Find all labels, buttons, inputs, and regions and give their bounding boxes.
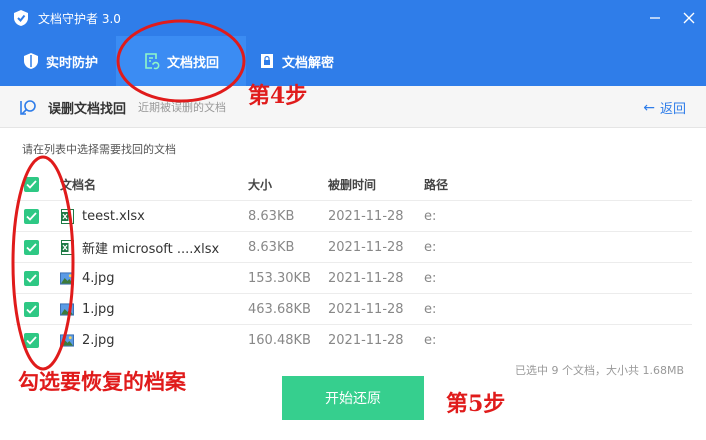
document-restore-icon [143,52,161,70]
excel-file-icon [60,239,74,255]
file-table: 文档名 大小 被删时间 路径 teest.xlsx 8.63KB 2021-11… [14,168,692,355]
shield-icon [22,52,40,70]
deleted-time: 2021-11-28 [328,301,404,317]
image-file-icon [60,270,74,286]
window-controls [638,0,706,36]
table-row[interactable]: teest.xlsx 8.63KB 2021-11-28 e: [14,200,692,231]
row-checkbox[interactable] [24,332,39,348]
deleted-time: 2021-11-28 [328,332,404,348]
table-header: 文档名 大小 被删时间 路径 [14,168,692,200]
annotation-step5: 第5步 [446,391,506,417]
file-size: 8.63KB [248,239,295,255]
table-row[interactable]: 新建 microsoft ....xlsx 8.63KB 2021-11-28 … [14,231,692,262]
row-checkbox[interactable] [24,301,39,317]
table-row[interactable]: 2.jpg 160.48KB 2021-11-28 e: [14,324,692,355]
tab-label: 文档找回 [166,55,219,71]
tab-bar: 实时防护 文档找回 文档解密 [0,36,706,86]
title-bar: 文档守护者 3.0 [0,0,706,36]
file-size: 8.63KB [248,208,295,224]
search-document-icon [20,98,38,116]
deleted-time: 2021-11-28 [328,239,404,255]
sub-header: 误删文档找回 近期被误删的文档 ← 返回 [0,86,706,128]
row-checkbox[interactable] [24,270,39,286]
row-checkbox[interactable] [24,208,39,224]
deleted-time: 2021-11-28 [328,208,404,224]
annotation-check-hint: 勾选要恢复的档案 [18,369,186,394]
minimize-icon[interactable] [638,0,672,36]
start-restore-button[interactable]: 开始还原 [282,376,424,420]
excel-file-icon [60,208,74,224]
column-header-name: 文档名 [60,177,97,192]
page-title: 误删文档找回 [48,102,127,117]
file-name: 2.jpg [82,332,115,348]
annotation-step4: 第4步 [248,83,308,109]
row-checkbox[interactable] [24,239,39,255]
tab-document-restore[interactable]: 文档找回 [116,36,246,86]
document-lock-icon [258,52,276,70]
file-path: e: [424,208,437,224]
file-name: teest.xlsx [82,208,145,224]
page-description: 近期被误删的文档 [138,101,226,114]
app-logo-icon [12,9,30,27]
tab-realtime-protection[interactable]: 实时防护 [22,36,98,86]
file-path: e: [424,301,437,317]
table-row[interactable]: 1.jpg 463.68KB 2021-11-28 e: [14,293,692,324]
instruction-text: 请在列表中选择需要找回的文档 [22,143,176,156]
file-size: 153.30KB [248,270,311,286]
column-header-time: 被删时间 [328,177,377,192]
image-file-icon [60,332,74,348]
file-name: 4.jpg [82,270,115,286]
file-path: e: [424,270,437,286]
column-header-size: 大小 [248,177,273,192]
table-row[interactable]: 4.jpg 153.30KB 2021-11-28 e: [14,262,692,293]
file-path: e: [424,332,437,348]
file-name: 新建 microsoft ....xlsx [82,241,220,257]
back-label: 返回 [659,102,686,117]
tab-label: 文档解密 [282,55,335,71]
column-header-path: 路径 [424,177,449,192]
selection-summary: 已选中 9 个文档，大小共 1.68MB [514,364,684,377]
close-icon[interactable] [672,0,706,36]
file-size: 463.68KB [248,301,311,317]
back-button[interactable]: ← 返回 [643,98,686,118]
file-name: 1.jpg [82,301,115,317]
image-file-icon [60,301,74,317]
select-all-checkbox[interactable] [24,176,39,192]
arrow-left-icon: ← [643,99,655,116]
file-path: e: [424,239,437,255]
app-title: 文档守护者 3.0 [38,11,121,26]
file-size: 160.48KB [248,332,311,348]
deleted-time: 2021-11-28 [328,270,404,286]
tab-label: 实时防护 [46,55,99,71]
